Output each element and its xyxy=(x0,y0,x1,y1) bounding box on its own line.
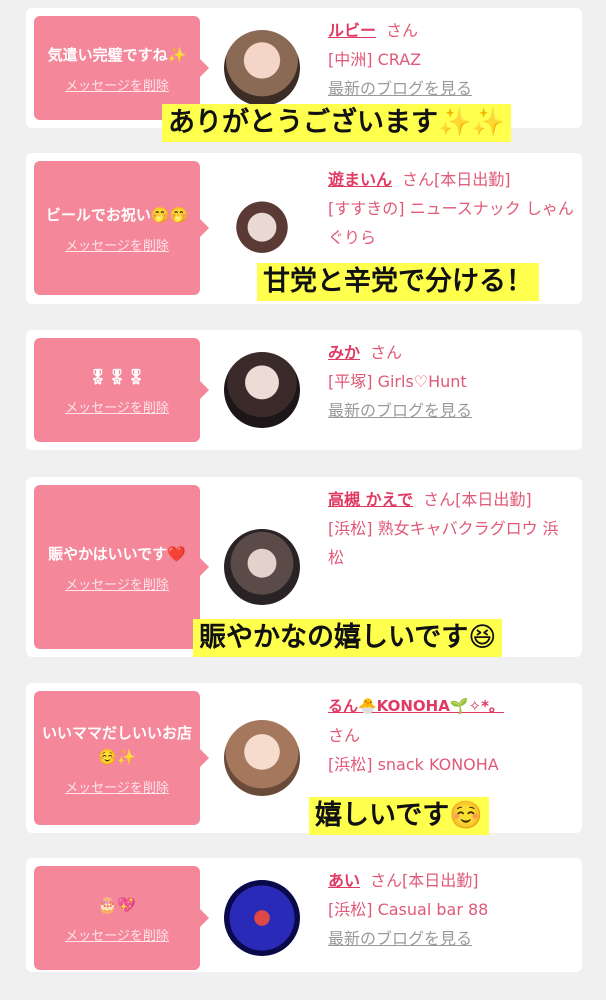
delete-message-link[interactable]: メッセージを削除 xyxy=(65,75,169,94)
message-bubble: 🎖🎖🎖 メッセージを削除 xyxy=(34,338,209,442)
sender-info: 遊まいん さん[本日出勤] [すすきの] ニュースナック しゃんぐりら xyxy=(328,165,574,252)
sender-name[interactable]: 遊まいん xyxy=(328,170,392,189)
sender-info: るん🐣KONOHA🌱✧*。 さん [浜松] snack KONOHA xyxy=(328,691,574,779)
sender-name[interactable]: 高槻 かえで xyxy=(328,490,413,509)
delete-message-link[interactable]: メッセージを削除 xyxy=(65,397,169,416)
message-bubble: いいママだしいいお店☺️✨ メッセージを削除 xyxy=(34,691,209,825)
honorific: さん xyxy=(328,726,361,745)
avatar[interactable] xyxy=(224,352,300,428)
avatar[interactable] xyxy=(224,880,300,956)
sender-info: みか さん [平塚] Girls♡Hunt 最新のブログを見る xyxy=(328,338,574,425)
shop-label: [平塚] Girls♡Hunt xyxy=(328,372,467,391)
message-text: 🎖🎖🎖 xyxy=(88,367,146,386)
honorific: さん xyxy=(423,490,456,509)
message-text: 🎂💖 xyxy=(98,895,136,914)
blog-link[interactable]: 最新のブログを見る xyxy=(328,74,574,103)
blog-link[interactable]: 最新のブログを見る xyxy=(328,396,574,425)
avatar[interactable] xyxy=(224,720,300,796)
sender-name[interactable]: あい xyxy=(328,871,360,890)
message-text: いいママだしいいお店☺️✨ xyxy=(42,723,193,766)
shop-label: [中洲] CRAZ xyxy=(328,50,422,69)
message-card: 🎂💖 メッセージを削除 あい さん[本日出勤] [浜松] Casual bar 8… xyxy=(26,858,582,972)
message-bubble: 賑やかはいいです❤️ メッセージを削除 xyxy=(34,485,209,649)
avatar[interactable] xyxy=(224,193,300,269)
message-card: いいママだしいいお店☺️✨ メッセージを削除 るん🐣KONOHA🌱✧*。 さん [… xyxy=(26,683,582,833)
shop-label: [浜松] 熟女キャバクラグロウ 浜松 xyxy=(328,519,559,567)
message-text: ビールでお祝い🤭🤭 xyxy=(45,205,189,224)
delete-message-link[interactable]: メッセージを削除 xyxy=(65,235,169,254)
sender-name[interactable]: ルビー xyxy=(328,21,376,40)
status-badge: [本日出勤] xyxy=(434,170,511,189)
delete-message-link[interactable]: メッセージを削除 xyxy=(65,574,169,593)
message-bubble: ビールでお祝い🤭🤭 メッセージを削除 xyxy=(34,161,209,295)
shop-label: [浜松] Casual bar 88 xyxy=(328,900,489,919)
honorific: さん xyxy=(370,343,403,362)
message-text: 賑やかはいいです❤️ xyxy=(48,544,186,563)
status-badge: [本日出勤] xyxy=(402,871,479,890)
sender-name[interactable]: みか xyxy=(328,343,360,362)
caption-overlay: 賑やかなの嬉しいです😆 xyxy=(193,619,503,657)
sender-name[interactable]: るん🐣KONOHA🌱✧*。 xyxy=(328,697,504,715)
blog-link[interactable]: 最新のブログを見る xyxy=(328,924,574,953)
delete-message-link[interactable]: メッセージを削除 xyxy=(65,925,169,944)
shop-label: [浜松] snack KONOHA xyxy=(328,755,499,774)
message-bubble: 🎂💖 メッセージを削除 xyxy=(34,866,209,970)
avatar[interactable] xyxy=(224,529,300,605)
message-card: 🎖🎖🎖 メッセージを削除 みか さん [平塚] Girls♡Hunt 最新のブログ… xyxy=(26,330,582,450)
honorific: さん xyxy=(386,21,419,40)
caption-overlay: 嬉しいです☺️ xyxy=(309,797,489,835)
caption-overlay: ありがとうございます✨✨ xyxy=(162,104,512,142)
sender-info: あい さん[本日出勤] [浜松] Casual bar 88 最新のブログを見る xyxy=(328,866,574,953)
sender-info: ルビー さん [中洲] CRAZ 最新のブログを見る xyxy=(328,16,574,103)
status-badge: [本日出勤] xyxy=(455,490,532,509)
delete-message-link[interactable]: メッセージを削除 xyxy=(65,777,169,796)
caption-overlay: 甘党と辛党で分ける！ xyxy=(257,263,539,301)
shop-label: [すすきの] ニュースナック しゃんぐりら xyxy=(328,199,574,247)
honorific: さん xyxy=(370,871,403,890)
sender-info: 高槻 かえで さん[本日出勤] [浜松] 熟女キャバクラグロウ 浜松 xyxy=(328,485,574,572)
message-text: 気遣い完璧ですね✨ xyxy=(47,45,187,64)
honorific: さん xyxy=(402,170,435,189)
avatar[interactable] xyxy=(224,30,300,106)
